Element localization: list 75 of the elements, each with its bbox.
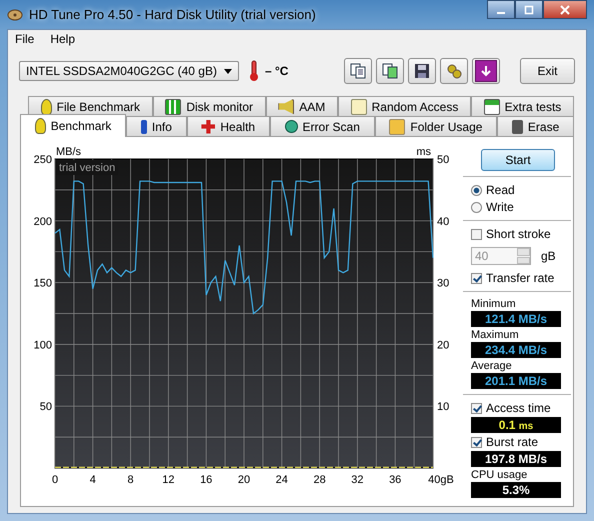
window-title: HD Tune Pro 4.50 - Hard Disk Utility (trial version)	[29, 7, 316, 22]
readout-label: CPU usage	[471, 469, 528, 481]
close-button[interactable]	[543, 0, 587, 19]
axis-tick-label: 20	[238, 474, 250, 486]
axis-tick-label: 8	[128, 474, 134, 486]
axis-tick-label: 28	[313, 474, 326, 486]
radio-option[interactable]: Read	[471, 182, 565, 198]
image-copy-icon	[382, 63, 398, 79]
axis-tick-label: 200	[34, 216, 52, 228]
copy-text-button[interactable]	[344, 58, 372, 84]
minimize-icon	[497, 12, 505, 14]
caret-icon	[224, 68, 232, 74]
axis-tick-label: 36	[389, 474, 402, 486]
axis-unit: ms	[416, 146, 431, 158]
tab[interactable]: Error Scan	[270, 116, 375, 136]
readout-label: Minimum	[471, 298, 517, 310]
tab[interactable]: File Benchmark	[28, 96, 153, 116]
save-button[interactable]	[408, 58, 436, 84]
axis-tick-label: 40gB	[428, 474, 454, 486]
start-button[interactable]: Start	[481, 149, 555, 171]
tab[interactable]: Benchmark	[20, 114, 126, 137]
axis-tick-label: 10	[437, 401, 450, 414]
copy-image-button[interactable]	[376, 58, 404, 84]
tab[interactable]: Random Access	[338, 96, 471, 116]
tab[interactable]: Folder Usage	[374, 116, 498, 136]
axis-tick-label: 24	[276, 474, 288, 486]
axis-unit: MB/s	[56, 146, 82, 158]
menu-item[interactable]: File	[15, 32, 34, 49]
checkbox-option[interactable]: Transfer rate	[471, 270, 565, 286]
axis-tick-label: 50	[40, 401, 52, 414]
axis-tick-label: 4	[90, 474, 96, 486]
tab[interactable]: Info	[126, 116, 187, 136]
axis-tick-label: 100	[34, 339, 52, 352]
document-copy-icon	[350, 63, 366, 79]
checkbox-option[interactable]: Access time	[471, 400, 565, 416]
axis-tick-label: 16	[200, 474, 212, 486]
close-icon	[560, 4, 570, 14]
axis-tick-label: 12	[162, 474, 175, 486]
tab[interactable]: Extra tests	[470, 96, 574, 116]
readout-label: Average	[471, 360, 513, 372]
minimize-button[interactable]	[487, 0, 515, 19]
options-button[interactable]	[440, 58, 468, 84]
readout-value: 201.1 MB/s	[471, 373, 561, 389]
checkbox-option[interactable]: Burst rate	[471, 434, 565, 450]
radio-option[interactable]: Write	[471, 199, 565, 215]
axis-tick-label: 20	[437, 339, 450, 352]
readout-value: 5.3%	[471, 482, 561, 498]
axis-tick-label: 250	[34, 154, 52, 166]
checkbox-option[interactable]: Short stroke	[471, 226, 565, 242]
axis-tick-label: 0	[52, 474, 58, 486]
readout-value: 234.4 MB/s	[471, 342, 561, 358]
axis-tick-label: 150	[34, 278, 52, 290]
axis-tick-label: 30	[437, 278, 450, 290]
axis-tick-label: 50	[437, 154, 450, 166]
exit-button[interactable]: Exit	[520, 58, 575, 84]
maximize-icon	[524, 4, 534, 14]
readout-value: 197.8 MB/s	[471, 451, 561, 467]
menu-item[interactable]: Help	[50, 32, 76, 49]
axis-tick-label: 32	[351, 474, 364, 486]
readout-value: 0.1 ms	[471, 417, 561, 433]
disk-icon	[7, 8, 23, 22]
tab[interactable]: Disk monitor	[152, 96, 266, 116]
thermometer-icon	[249, 60, 259, 82]
unit-label: gB	[541, 249, 556, 263]
tab[interactable]: AAM	[266, 96, 338, 116]
readout-label: Maximum	[471, 329, 520, 341]
tab[interactable]: Erase	[497, 116, 574, 136]
drive-dropdown[interactable]: INTEL SSDSA2M040G2GC (40 gB)	[19, 61, 239, 81]
watermark-text: trial version	[59, 162, 116, 174]
readout-value: 121.4 MB/s	[471, 311, 561, 327]
axis-tick-label: 40	[437, 216, 450, 228]
download-button[interactable]	[472, 58, 500, 84]
temperature-reading: – °C	[265, 64, 288, 78]
tab[interactable]: Health	[186, 116, 270, 136]
maximize-button[interactable]	[515, 0, 543, 19]
